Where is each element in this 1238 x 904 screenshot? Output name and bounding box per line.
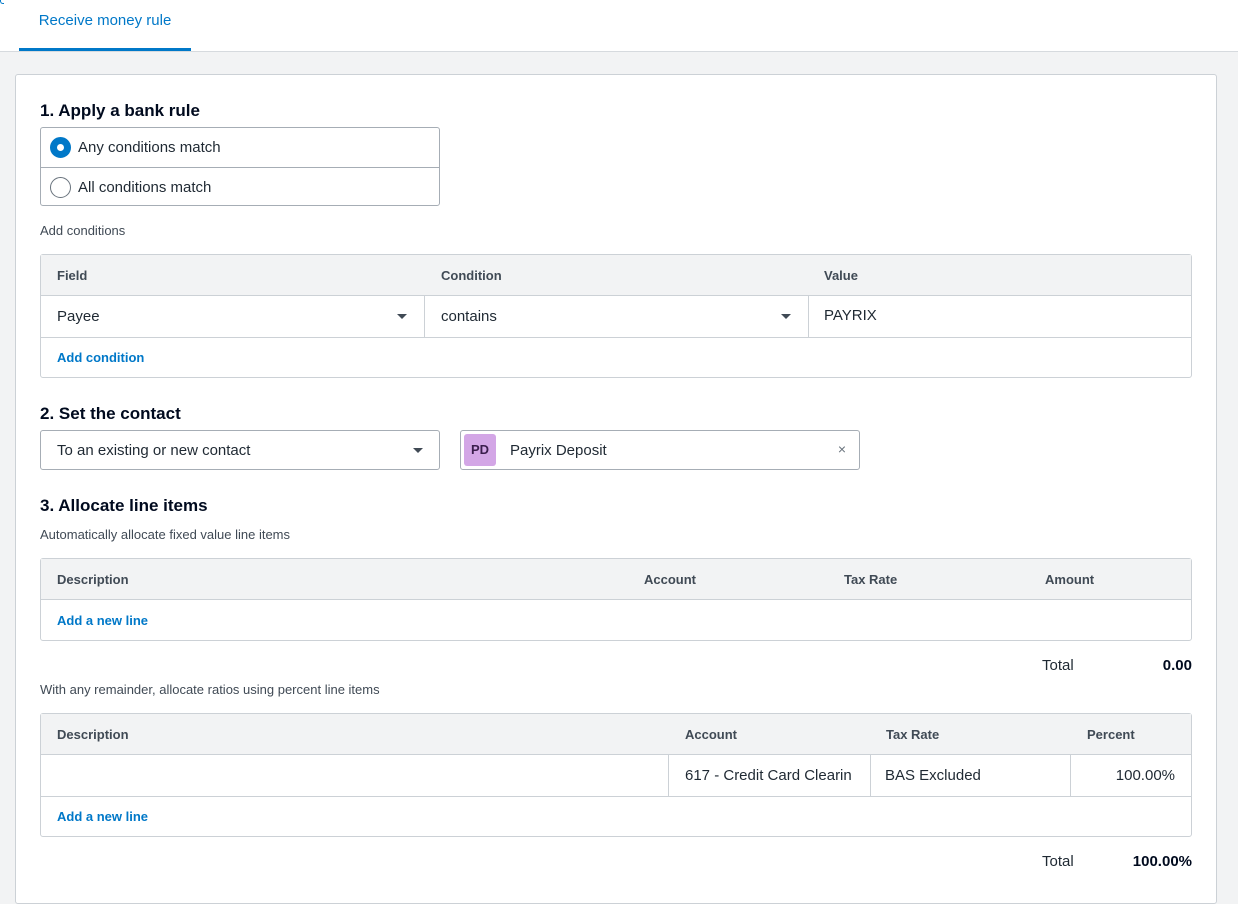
header-field: Field xyxy=(57,268,88,283)
header-tax-rate: Tax Rate xyxy=(886,727,940,742)
row-divider xyxy=(41,337,1191,338)
contact-name: Payrix Deposit xyxy=(510,442,607,459)
conditions-table: Field Condition Value Payee contains PAY… xyxy=(40,254,1192,378)
percent-total-value: 100.00% xyxy=(1132,853,1192,870)
top-tab-bar: Receive money rule xyxy=(0,0,1238,52)
fixed-table-header: Description Account Tax Rate Amount xyxy=(41,559,1191,600)
contact-type-value: To an existing or new contact xyxy=(57,442,251,459)
add-conditions-label: Add conditions xyxy=(40,223,126,238)
field-select[interactable]: Payee xyxy=(41,296,424,337)
tab-receive-money-rule[interactable]: Receive money rule xyxy=(19,0,191,51)
fixed-total-value: 0.00 xyxy=(1162,657,1192,674)
radio-any-conditions[interactable]: Any conditions match xyxy=(41,128,439,167)
radio-checked-icon[interactable] xyxy=(50,137,71,158)
fixed-lines-label: Automatically allocate fixed value line … xyxy=(40,527,291,542)
percent-lines-label: With any remainder, allocate ratios usin… xyxy=(40,682,380,697)
value-input-text: PAYRIX xyxy=(824,307,877,324)
row-divider xyxy=(41,796,1191,797)
line-account-select[interactable]: 617 - Credit Card Clearin xyxy=(669,755,869,796)
condition-select-value: contains xyxy=(441,308,497,325)
corner-arrow-icon xyxy=(0,0,4,4)
value-input[interactable]: PAYRIX xyxy=(809,296,1191,337)
chevron-down-icon xyxy=(413,448,423,453)
field-select-value: Payee xyxy=(57,308,100,325)
header-description: Description xyxy=(57,572,129,587)
rule-form-card: 1. Apply a bank rule Any conditions matc… xyxy=(15,74,1217,904)
header-account: Account xyxy=(685,727,737,742)
radio-all-conditions[interactable]: All conditions match xyxy=(41,167,439,206)
line-description-input[interactable] xyxy=(41,755,668,796)
section-1-title: 1. Apply a bank rule xyxy=(40,101,200,120)
header-condition: Condition xyxy=(441,268,502,283)
add-condition-link[interactable]: Add condition xyxy=(57,350,144,365)
condition-select[interactable]: contains xyxy=(425,296,808,337)
radio-any-label: Any conditions match xyxy=(78,139,221,156)
percent-total-label: Total xyxy=(1042,853,1074,870)
radio-unchecked-icon[interactable] xyxy=(50,177,71,198)
header-account: Account xyxy=(644,572,696,587)
add-fixed-line-link[interactable]: Add a new line xyxy=(57,613,148,628)
section-2-title: 2. Set the contact xyxy=(40,404,181,423)
add-percent-line-link[interactable]: Add a new line xyxy=(57,809,148,824)
contact-picker[interactable]: PD Payrix Deposit × xyxy=(460,430,860,470)
header-amount: Amount xyxy=(1045,572,1095,587)
close-icon[interactable]: × xyxy=(838,441,846,457)
contact-type-select[interactable]: To an existing or new contact xyxy=(40,430,440,470)
section-3-title: 3. Allocate line items xyxy=(40,496,208,515)
chevron-down-icon xyxy=(781,314,791,319)
line-tax-rate-value: BAS Excluded xyxy=(885,767,981,784)
percent-line-items-table: Description Account Tax Rate Percent 617… xyxy=(40,713,1192,837)
chevron-down-icon xyxy=(397,314,407,319)
header-description: Description xyxy=(57,727,129,742)
line-tax-rate-select[interactable]: BAS Excluded xyxy=(871,755,1070,796)
match-mode-radio-group: Any conditions match All conditions matc… xyxy=(40,127,440,206)
conditions-table-header: Field Condition Value xyxy=(41,255,1191,296)
radio-all-label: All conditions match xyxy=(78,179,212,196)
header-value: Value xyxy=(824,268,858,283)
line-percent-value: 100.00% xyxy=(1115,767,1175,784)
fixed-line-items-table: Description Account Tax Rate Amount Add … xyxy=(40,558,1192,641)
percent-table-header: Description Account Tax Rate Percent xyxy=(41,714,1191,755)
contact-avatar: PD xyxy=(464,434,496,466)
fixed-total-label: Total xyxy=(1042,657,1074,674)
header-percent: Percent xyxy=(1087,727,1135,742)
line-account-value: 617 - Credit Card Clearin xyxy=(685,767,852,784)
line-percent-input[interactable]: 100.00% xyxy=(1071,755,1191,796)
header-tax-rate: Tax Rate xyxy=(844,572,898,587)
